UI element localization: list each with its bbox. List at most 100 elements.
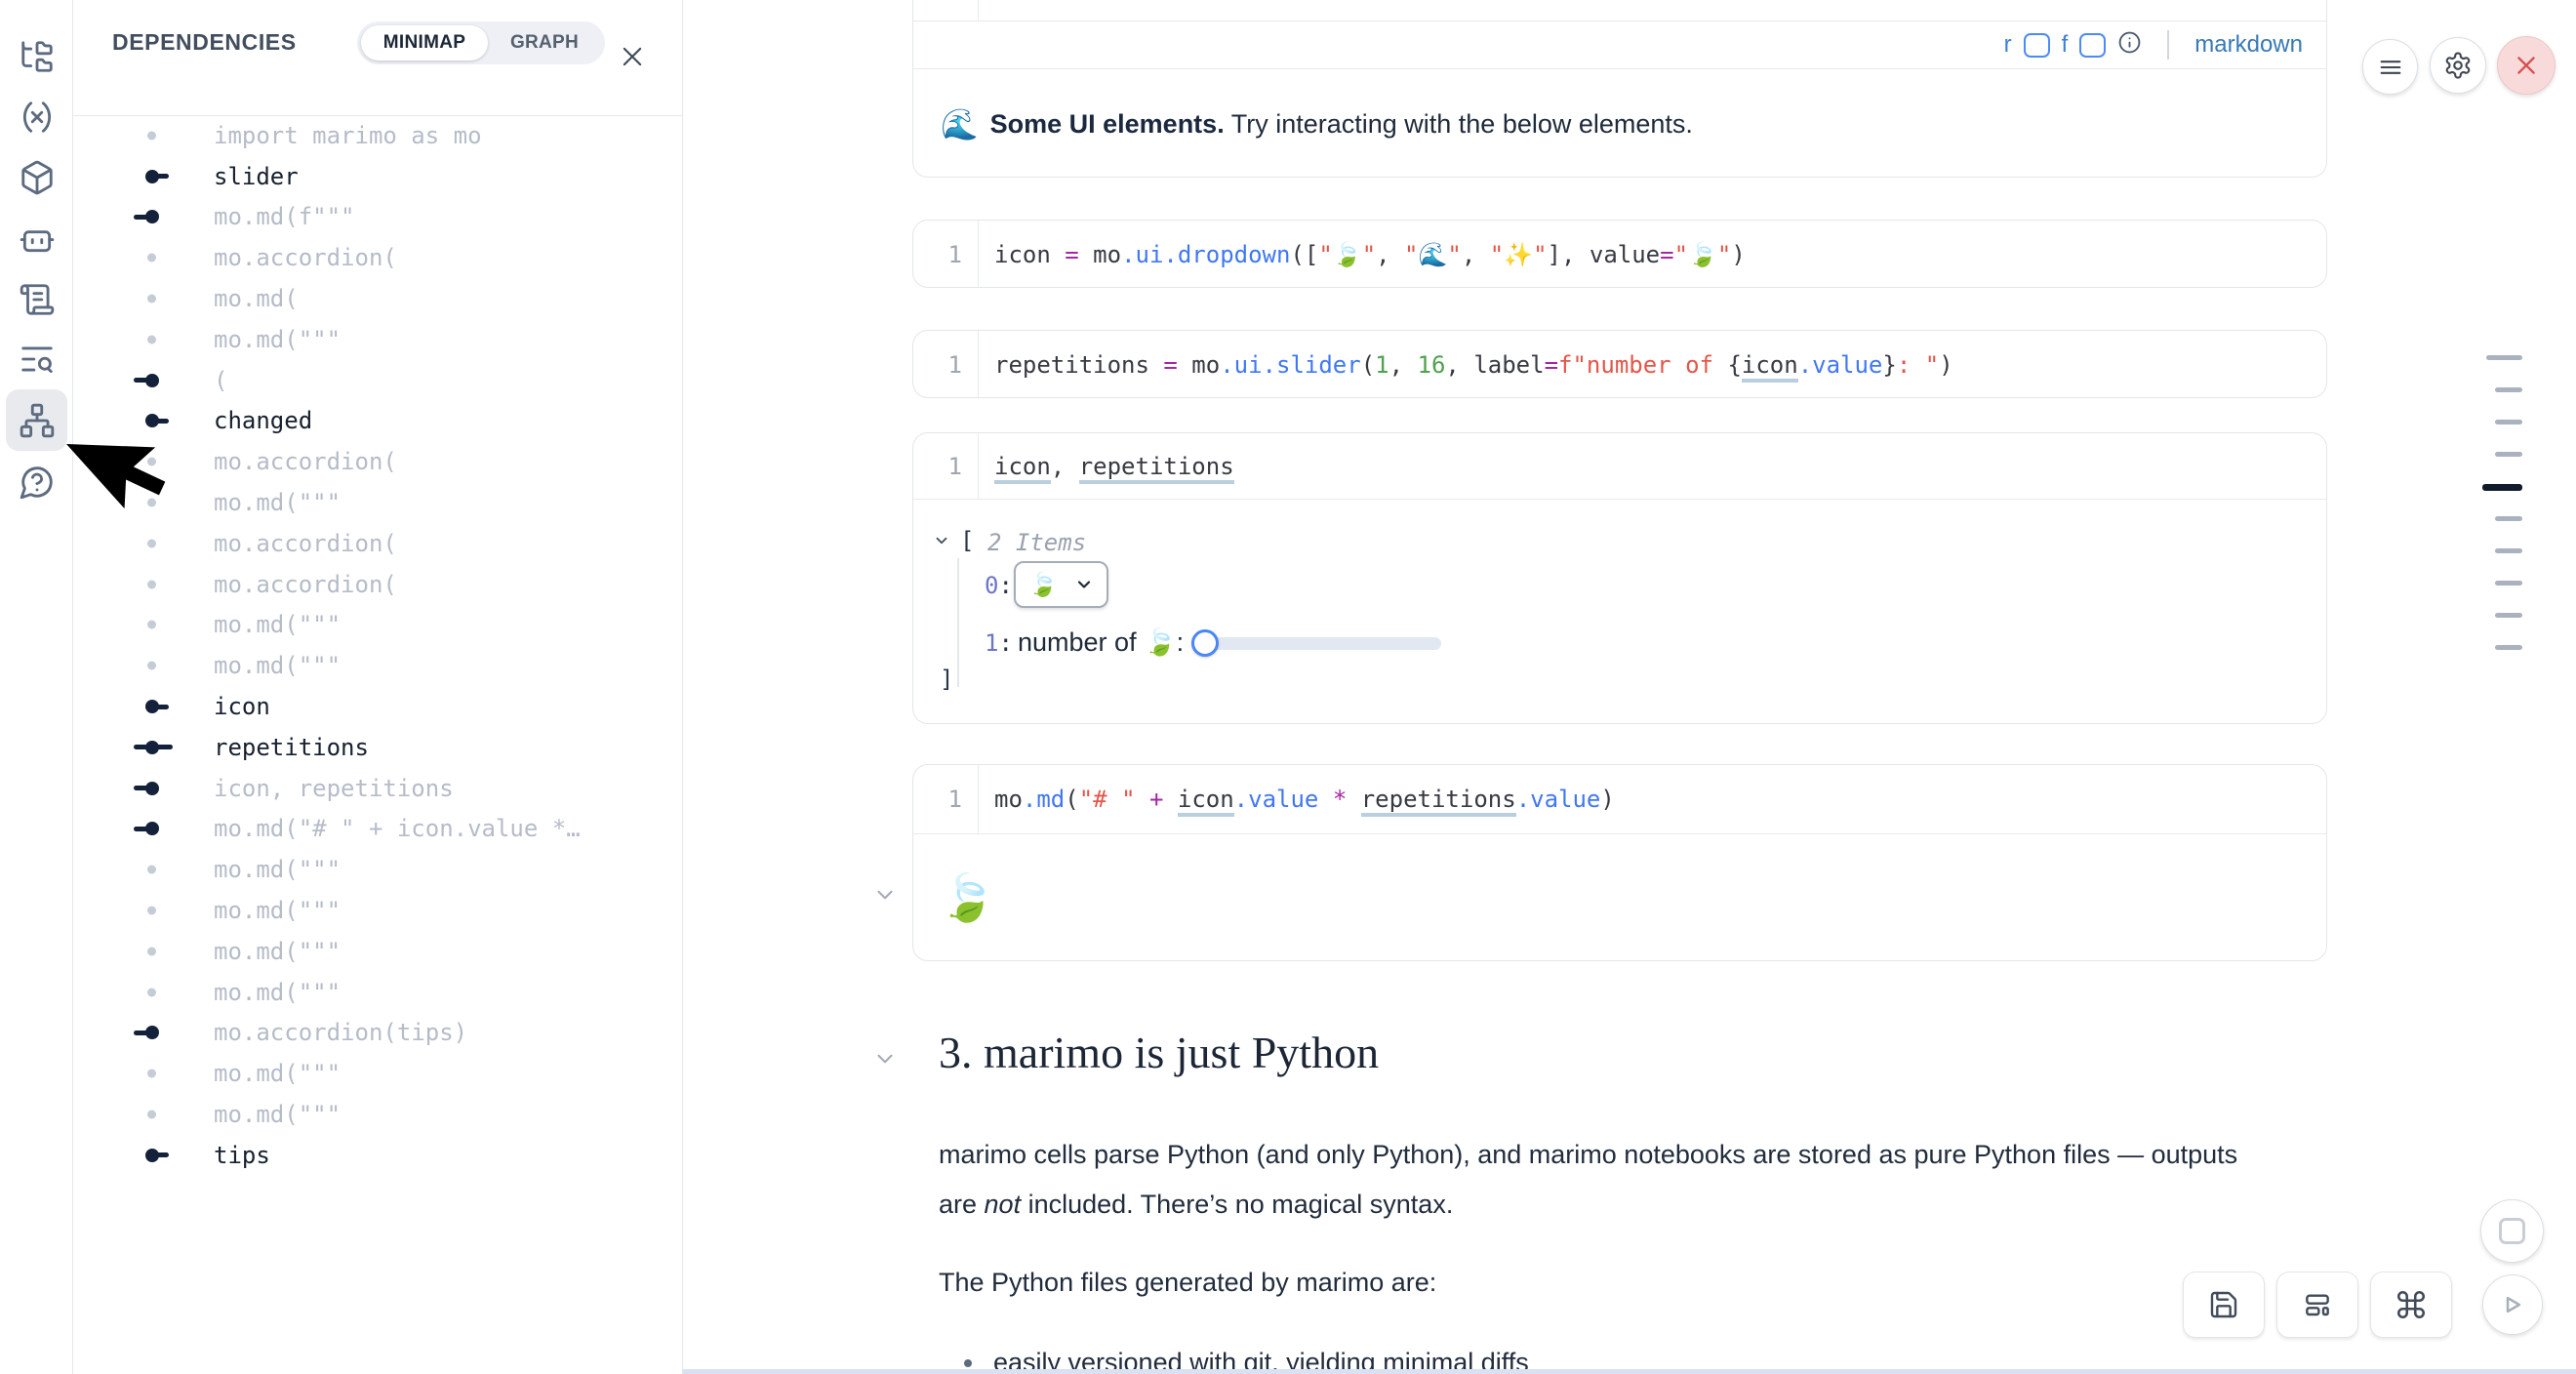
variables-icon[interactable] — [19, 99, 56, 136]
minimap-item[interactable]: mo.md(""" — [73, 1094, 681, 1135]
chevron-down-icon — [1074, 575, 1094, 594]
info-icon[interactable] — [2117, 30, 2142, 60]
tab-graph[interactable]: GRAPH — [488, 32, 601, 54]
help-icon[interactable] — [19, 464, 56, 501]
minimap-item-label: mo.md( — [214, 285, 299, 312]
language-label[interactable]: markdown — [2194, 31, 2303, 59]
minimap-item[interactable]: mo.md(""" — [73, 1053, 681, 1094]
outline-mark[interactable] — [2482, 484, 2522, 491]
minimap-item[interactable]: mo.md(""" — [73, 890, 681, 931]
minimap-item[interactable]: mo.accordion(tips) — [73, 1013, 681, 1054]
save-button[interactable] — [2183, 1272, 2265, 1338]
dropdown-control[interactable]: 🍃 — [1014, 561, 1108, 608]
outline-mark[interactable] — [2495, 613, 2522, 618]
minimap-item[interactable]: mo.md("# " + icon.value *… — [73, 809, 681, 850]
output-bold-text: Some UI elements. — [990, 109, 1225, 139]
menu-button[interactable] — [2362, 39, 2418, 95]
section-paragraph: marimo cells parse Python (and only Pyth… — [939, 1130, 2324, 1230]
outline-mark[interactable] — [2495, 387, 2522, 392]
shutdown-close-button[interactable] — [2497, 36, 2556, 95]
minimap-item[interactable]: import marimo as mo — [73, 115, 681, 156]
minimap-item[interactable]: icon — [73, 686, 681, 727]
dependencies-panel: DEPENDENCIES MINIMAP GRAPH import marimo… — [73, 0, 683, 1374]
collapse-chevron-icon[interactable] — [933, 532, 950, 549]
r-string-checkbox[interactable] — [2024, 33, 2050, 58]
minimap-item[interactable]: mo.md(""" — [73, 319, 681, 360]
minimap-item-label: mo.md(""" — [214, 979, 341, 1006]
code-editor[interactable]: 1 repetitions = mo.ui.slider(1, 16, labe… — [913, 331, 2326, 398]
slider-handle[interactable] — [1191, 629, 1219, 657]
minimap-item[interactable]: mo.md(""" — [73, 849, 681, 890]
minimap-item[interactable]: mo.md(""" — [73, 972, 681, 1013]
code-line[interactable]: mo.md("# " + icon.value * repetitions.va… — [979, 786, 1615, 813]
code-editor[interactable]: 1 🌊 Some UI elements. Try interacting wi… — [913, 0, 2326, 20]
leaf-emoji: 🍃 — [939, 870, 996, 925]
outline-mark[interactable] — [2495, 548, 2522, 553]
minimap-item-label: mo.md(""" — [214, 326, 341, 353]
cell-edge-marker — [145, 1026, 159, 1039]
line-number-column — [913, 0, 979, 20]
ai-assistant-icon[interactable] — [19, 220, 56, 257]
code-editor[interactable]: 1 icon = mo.ui.dropdown(["🍃", "🌊", "✨"],… — [913, 221, 2326, 288]
wave-emoji: 🌊 — [941, 106, 979, 142]
outline-mark[interactable] — [2495, 581, 2522, 586]
minimap-item[interactable]: tips — [73, 1135, 681, 1176]
cell-output: 🍃 — [913, 833, 2326, 961]
f-string-checkbox[interactable] — [2079, 33, 2106, 58]
minimap-item[interactable]: mo.md(f""" — [73, 197, 681, 238]
minimap-item[interactable]: mo.md(""" — [73, 645, 681, 686]
logs-icon[interactable] — [19, 281, 56, 318]
slider-track[interactable] — [1204, 637, 1441, 650]
outline-mark[interactable] — [2495, 516, 2522, 521]
package-icon[interactable] — [19, 159, 56, 196]
section-collapse-chevron-icon[interactable] — [872, 1046, 898, 1071]
run-button[interactable] — [2482, 1274, 2543, 1335]
minimap-item-label: ( — [214, 367, 227, 394]
code-line[interactable]: icon, repetitions — [979, 453, 1234, 480]
minimap-item-label: mo.md(""" — [214, 652, 341, 679]
minimap-item[interactable]: icon, repetitions — [73, 768, 681, 809]
close-panel-icon[interactable] — [619, 43, 646, 70]
minimap-item[interactable]: slider — [73, 156, 681, 197]
code-editor[interactable]: 1 mo.md("# " + icon.value * repetitions.… — [913, 765, 2326, 833]
minimap-item-label: tips — [214, 1142, 270, 1169]
minimap-item[interactable]: mo.md( — [73, 278, 681, 319]
outline-mark[interactable] — [2495, 420, 2522, 424]
array-close-bracket: ] — [940, 666, 953, 693]
minimap-item[interactable]: mo.md(""" — [73, 605, 681, 646]
file-tree-icon[interactable] — [19, 38, 56, 75]
minimap-item[interactable]: changed — [73, 401, 681, 442]
cell-footer: r f markdown — [913, 20, 2326, 69]
code-line[interactable]: icon = mo.ui.dropdown(["🍃", "🌊", "✨"], v… — [979, 241, 1746, 268]
minimap-item-label: mo.md(""" — [214, 897, 341, 924]
output-collapse-chevron-icon[interactable] — [872, 882, 898, 908]
outline-mark[interactable] — [2486, 355, 2522, 360]
minimap-item[interactable]: mo.accordion( — [73, 564, 681, 605]
outline-mark[interactable] — [2495, 452, 2522, 457]
stop-button[interactable] — [2480, 1199, 2544, 1263]
cell-md-leaf: 1 mo.md("# " + icon.value * repetitions.… — [912, 764, 2327, 961]
paragraph-line: are not included. There’s no magical syn… — [939, 1180, 2324, 1230]
settings-gear-button[interactable] — [2430, 37, 2486, 94]
minimap-item[interactable]: repetitions — [73, 727, 681, 768]
keyboard-shortcuts-button[interactable] — [2370, 1272, 2452, 1338]
minimap-item[interactable]: mo.accordion( — [73, 523, 681, 564]
outline-search-icon[interactable] — [19, 341, 56, 378]
minimap-item[interactable]: ( — [73, 360, 681, 401]
code-editor[interactable]: 1 icon, repetitions — [913, 433, 2326, 499]
dependencies-icon[interactable] — [19, 402, 56, 439]
cell-edge-marker — [145, 1149, 159, 1162]
code-line[interactable]: repetitions = mo.ui.slider(1, 16, label=… — [979, 351, 1953, 379]
outline-mark[interactable] — [2495, 645, 2522, 650]
minimap-item-label: mo.md(f""" — [214, 203, 355, 230]
minimap-item[interactable]: mo.md(""" — [73, 931, 681, 972]
minimap-item-label: mo.accordion( — [214, 571, 397, 598]
layout-button[interactable] — [2276, 1272, 2358, 1338]
cell-dot-marker — [147, 1111, 156, 1119]
cell-dot-marker — [147, 662, 156, 670]
minimap-item-label: icon — [214, 693, 270, 720]
minimap-item[interactable]: mo.md(""" — [73, 482, 681, 523]
minimap-item[interactable]: mo.accordion( — [73, 441, 681, 482]
minimap-item[interactable]: mo.accordion( — [73, 237, 681, 278]
tab-minimap[interactable]: MINIMAP — [361, 25, 488, 61]
